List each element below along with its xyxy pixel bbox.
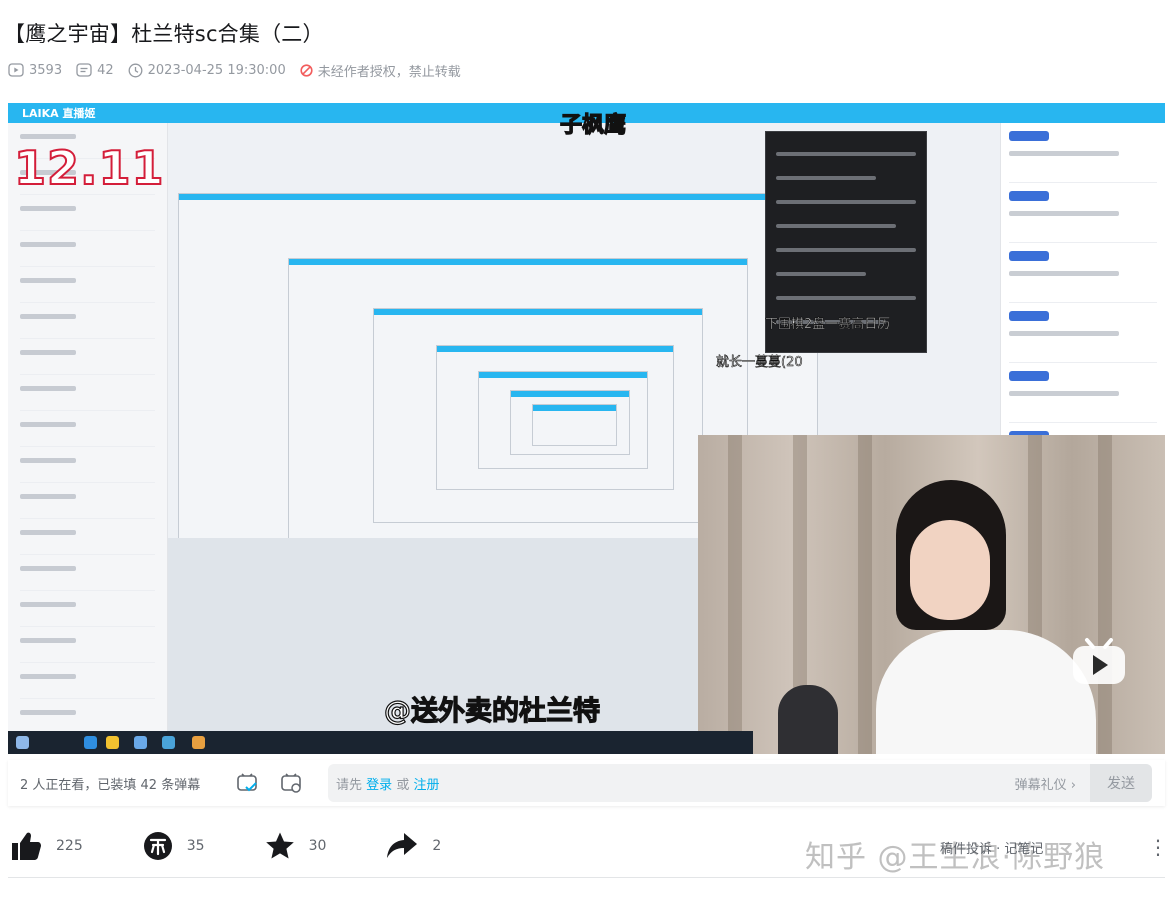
danmaku-toggle-icon[interactable] bbox=[236, 772, 258, 794]
publish-time: 2023-04-25 19:30:00 bbox=[128, 63, 286, 78]
webcam-feed bbox=[698, 435, 1165, 754]
danmaku-count-value: 42 bbox=[97, 62, 114, 78]
no-repost-icon bbox=[300, 63, 313, 77]
share-arrow-icon bbox=[387, 833, 418, 858]
video-title: 【鹰之宇宙】杜兰特sc合集（二） bbox=[4, 22, 324, 46]
report-links[interactable]: 稿件投诉 · 记笔记 bbox=[940, 838, 1043, 857]
play-count: 3593 bbox=[8, 63, 62, 78]
send-button[interactable]: 发送 bbox=[1090, 764, 1152, 802]
overlay-text-1: 下围棋2盘一赛高日历 bbox=[765, 317, 891, 333]
like-count: 225 bbox=[56, 838, 83, 854]
action-bar: 225 35 30 2 bbox=[10, 830, 501, 862]
danmaku-bar: 2 人正在看，已装填 42 条弹幕 请先 登录 或 注册 弹幕礼仪 › 发送 bbox=[8, 760, 1165, 806]
windows-taskbar bbox=[8, 731, 753, 754]
login-hint: 请先 登录 或 注册 bbox=[336, 774, 439, 793]
play-count-icon bbox=[8, 63, 24, 77]
overlay-text-2: 就长一蔓蔓(20 bbox=[716, 355, 803, 371]
register-link[interactable]: 注册 bbox=[413, 778, 439, 793]
coin-count: 35 bbox=[186, 838, 205, 854]
danmaku-count: 42 bbox=[76, 63, 114, 78]
play-count-value: 3593 bbox=[29, 62, 63, 78]
caption-bottom: @送外卖的杜兰特 bbox=[383, 695, 600, 727]
star-icon bbox=[265, 832, 294, 859]
play-button-icon[interactable] bbox=[1071, 636, 1127, 686]
overlay-number: 12.11 bbox=[13, 140, 165, 196]
streamer bbox=[876, 480, 1106, 754]
danmaku-icon bbox=[76, 63, 92, 77]
copyright-text: 未经作者授权，禁止转载 bbox=[317, 64, 461, 80]
favorite-count: 30 bbox=[308, 838, 327, 854]
share-count: 2 bbox=[432, 838, 442, 854]
hint-prefix: 请先 bbox=[336, 777, 363, 793]
video-frame: LAIKA 直播姬 12.11 子枫鹰 下围棋2盘一赛高日历 就长一蔓蔓(20 … bbox=[8, 103, 1165, 754]
danmaku-input[interactable]: 请先 登录 或 注册 弹幕礼仪 › 发送 bbox=[328, 764, 1152, 802]
copyright-notice: 未经作者授权，禁止转载 bbox=[300, 61, 461, 80]
divider bbox=[8, 877, 1165, 878]
caption-top: 子枫鹰 bbox=[559, 112, 627, 138]
scene-list-panel bbox=[8, 123, 168, 735]
danmaku-settings-icon[interactable] bbox=[280, 772, 302, 794]
danmaku-etiquette-link[interactable]: 弹幕礼仪 › bbox=[1015, 774, 1076, 793]
video-meta: 3593 42 2023-04-25 19:30:00 未经作者授权，禁止转载 bbox=[8, 60, 475, 80]
hint-or: 或 bbox=[396, 777, 410, 793]
more-menu-icon[interactable]: ⋮ bbox=[1148, 835, 1168, 859]
coin-button[interactable]: 35 bbox=[143, 831, 205, 861]
login-link[interactable]: 登录 bbox=[366, 778, 392, 793]
video-player[interactable]: LAIKA 直播姬 12.11 子枫鹰 下围棋2盘一赛高日历 就长一蔓蔓(20 … bbox=[8, 103, 1165, 754]
favorite-button[interactable]: 30 bbox=[265, 831, 327, 861]
like-button[interactable]: 225 bbox=[10, 831, 83, 861]
share-button[interactable]: 2 bbox=[386, 832, 441, 860]
thumbs-up-icon bbox=[12, 832, 41, 860]
coin-icon bbox=[143, 832, 172, 860]
viewer-count: 2 人正在看，已装填 42 条弹幕 bbox=[20, 777, 201, 793]
publish-time-value: 2023-04-25 19:30:00 bbox=[147, 62, 286, 78]
clock-icon bbox=[128, 63, 143, 77]
